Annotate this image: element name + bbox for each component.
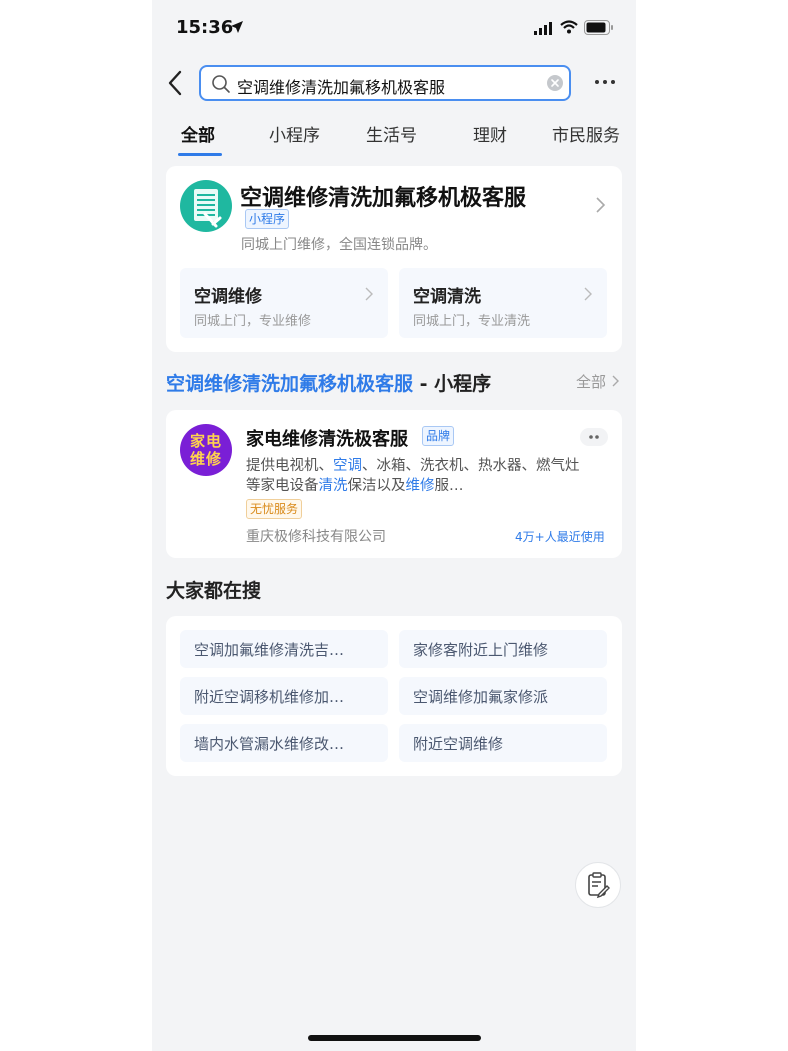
- miniprogram-section-title: 空调维修清洗加氟移机极客服 - 小程序: [166, 369, 491, 396]
- popular-search-item[interactable]: 家修客附近上门维修: [399, 630, 607, 668]
- tab-lifestyle[interactable]: 生活号: [366, 121, 417, 146]
- chevron-right-icon: [584, 287, 592, 301]
- desc-text: 保洁以及: [347, 478, 406, 494]
- popular-search-item[interactable]: 附近空调移机维修加…: [180, 677, 388, 715]
- wifi-icon: [560, 20, 578, 34]
- battery-icon: [584, 20, 613, 35]
- popular-searches-card: 空调加氟维修清洗吉… 家修客附近上门维修 附近空调移机维修加… 空调维修加氟家修…: [166, 616, 622, 776]
- tab-citizen-services[interactable]: 市民服务: [552, 121, 620, 146]
- close-icon: [551, 79, 559, 87]
- chevron-right-icon: [596, 197, 606, 213]
- cellular-signal-icon: [534, 22, 552, 35]
- home-indicator: [308, 1035, 481, 1041]
- desc-text: 等家电设备: [246, 478, 319, 494]
- view-all-link[interactable]: 全部: [576, 371, 621, 392]
- popular-search-item[interactable]: 墙内水管漏水维修改…: [180, 724, 388, 762]
- view-all-label: 全部: [576, 373, 607, 391]
- top-result-card[interactable]: 空调维修清洗加氟移机极客服 小程序 同城上门维修，全国连锁品牌。 空调维修 同城…: [166, 166, 622, 352]
- search-query: 空调维修清洗加氟移机极客服: [237, 78, 446, 97]
- popular-search-label: 家修客附近上门维修: [413, 641, 549, 659]
- service-description: 同城上门，专业维修: [194, 314, 312, 329]
- brand-tag: 品牌: [422, 426, 455, 446]
- miniprogram-logo: 家电维修: [180, 424, 232, 476]
- back-button[interactable]: [164, 68, 188, 98]
- desc-text: 、冰箱、洗衣机、热水器、燃气灶: [362, 458, 580, 474]
- search-input[interactable]: 空调维修清洗加氟移机极客服: [199, 65, 571, 101]
- miniprogram-description-line2: 等家电设备清洗保洁以及维修服…: [246, 474, 464, 495]
- chevron-right-icon: [612, 375, 619, 387]
- popular-search-item[interactable]: 空调加氟维修清洗吉…: [180, 630, 388, 668]
- service-description: 同城上门，专业清洗: [413, 314, 531, 329]
- desc-keyword: 清洗: [318, 478, 348, 494]
- popular-search-label: 墙内水管漏水维修改…: [194, 735, 345, 753]
- chevron-right-icon: [365, 287, 373, 301]
- desc-text: 服…: [434, 478, 464, 494]
- service-tag: 无忧服务: [246, 499, 303, 519]
- clear-search-button[interactable]: [547, 75, 563, 91]
- service-title: 空调清洗: [413, 287, 481, 307]
- miniprogram-tag: 小程序: [245, 209, 290, 229]
- tab-all[interactable]: 全部: [181, 121, 215, 146]
- service-air-conditioner-repair[interactable]: 空调维修 同城上门，专业维修: [180, 268, 388, 338]
- app-logo: [180, 180, 232, 232]
- section-title-highlight: 空调维修清洗加氟移机极客服: [166, 373, 414, 395]
- popular-searches-title: 大家都在搜: [166, 580, 262, 602]
- section-title-suffix: - 小程序: [413, 373, 492, 395]
- status-time: 15:36: [176, 17, 234, 38]
- more-dots-icon: [589, 435, 599, 439]
- air-conditioner-icon: [194, 189, 222, 228]
- desc-text: 提供电视机、: [246, 458, 333, 474]
- app-title: 空调维修清洗加氟移机极客服: [240, 186, 527, 211]
- phone-screen: 15:36 空调维修清洗加氟移机极客服 全部 小程序 生活号 理财 市民服务 空…: [152, 0, 636, 1051]
- more-options-button[interactable]: [580, 428, 608, 446]
- app-description: 同城上门维修，全国连锁品牌。: [241, 237, 437, 253]
- popular-search-label: 附近空调维修: [413, 735, 504, 753]
- popular-search-item[interactable]: 空调维修加氟家修派: [399, 677, 607, 715]
- clipboard-edit-icon: [588, 872, 610, 899]
- logo-text: 家电维修: [189, 432, 222, 468]
- active-tab-indicator: [178, 153, 222, 156]
- more-options-icon[interactable]: [592, 70, 618, 94]
- tab-miniprogram[interactable]: 小程序: [269, 121, 320, 146]
- feedback-button[interactable]: [575, 862, 621, 908]
- service-title: 空调维修: [194, 287, 262, 307]
- location-arrow-icon: [231, 21, 243, 33]
- desc-keyword: 空调: [333, 458, 362, 474]
- company-name: 重庆极修科技有限公司: [246, 529, 386, 545]
- popular-search-label: 空调加氟维修清洗吉…: [194, 641, 345, 659]
- popular-search-item[interactable]: 附近空调维修: [399, 724, 607, 762]
- miniprogram-description-line1: 提供电视机、空调、冰箱、洗衣机、热水器、燃气灶: [246, 454, 580, 475]
- popular-search-label: 附近空调移机维修加…: [194, 688, 345, 706]
- miniprogram-name: 家电维修清洗极客服: [246, 429, 408, 450]
- service-air-conditioner-cleaning[interactable]: 空调清洗 同城上门，专业清洗: [399, 268, 607, 338]
- usage-count: 4万+人最近使用: [515, 530, 605, 544]
- search-icon: [212, 75, 230, 93]
- tab-finance[interactable]: 理财: [473, 121, 507, 146]
- miniprogram-result-card[interactable]: 家电维修 家电维修清洗极客服 品牌 提供电视机、空调、冰箱、洗衣机、热水器、燃气…: [166, 410, 622, 558]
- desc-keyword: 维修: [405, 478, 435, 494]
- popular-search-label: 空调维修加氟家修派: [413, 688, 549, 706]
